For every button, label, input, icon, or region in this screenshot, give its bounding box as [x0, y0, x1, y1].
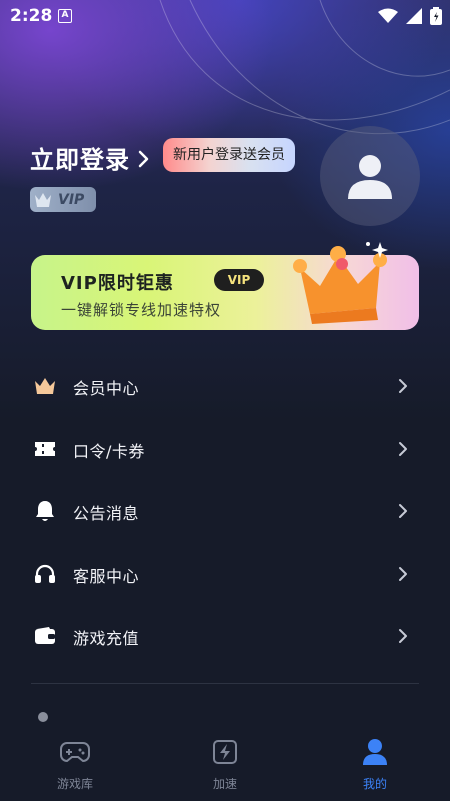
gamepad-icon: [25, 737, 125, 767]
lightning-icon: [175, 737, 275, 767]
menu-item-announcements[interactable]: 公告消息: [0, 486, 450, 536]
menu-item-game-recharge[interactable]: 游戏充值: [0, 611, 450, 661]
menu-label: 客服中心: [73, 567, 140, 586]
chevron-right-icon: [399, 379, 407, 393]
chevron-right-icon: [399, 504, 407, 518]
ticket-icon: [33, 438, 57, 460]
menu-label: 会员中心: [73, 379, 140, 398]
avatar[interactable]: [320, 126, 420, 226]
bottom-navigation: 游戏库 加速 我的: [0, 727, 450, 801]
nav-tab-game-library[interactable]: 游戏库: [25, 737, 125, 792]
menu-item-coupons[interactable]: 口令/卡券: [0, 424, 450, 474]
menu-item-membership[interactable]: 会员中心: [0, 361, 450, 411]
nav-label: 游戏库: [56, 777, 93, 791]
nav-label: 我的: [362, 777, 387, 791]
battery-icon: [430, 7, 442, 25]
bell-icon: [33, 500, 57, 522]
crown-illustration-icon: [293, 242, 388, 324]
chevron-right-icon: [138, 150, 149, 167]
default-avatar-icon: [348, 155, 392, 199]
vip-banner-subtitle: 一键解锁专线加速特权: [61, 301, 222, 319]
person-icon: [325, 737, 425, 767]
nav-tab-mine[interactable]: 我的: [325, 737, 425, 792]
headphones-icon: [33, 563, 57, 585]
wifi-icon: [378, 8, 398, 23]
section-divider: [31, 683, 419, 684]
vip-badge-label: VIP: [58, 191, 85, 208]
status-time: 2:28: [10, 6, 53, 26]
wallet-icon: [33, 625, 57, 647]
vip-pill-badge: VIP: [214, 269, 264, 291]
login-link[interactable]: 立即登录: [30, 140, 150, 175]
vip-status-badge: VIP: [30, 187, 96, 212]
vip-banner-title: VIP限时钜惠: [61, 273, 174, 294]
new-user-promo-bubble: 新用户登录送会员: [163, 138, 295, 172]
login-label: 立即登录: [30, 146, 130, 174]
nav-label: 加速: [212, 777, 237, 791]
crown-badge-icon: [35, 192, 51, 207]
chevron-right-icon: [399, 567, 407, 581]
chevron-right-icon: [399, 442, 407, 456]
status-icons: [378, 7, 442, 25]
nav-tab-accelerate[interactable]: 加速: [175, 737, 275, 792]
menu-label: 公告消息: [73, 504, 140, 523]
crown-icon: [33, 375, 57, 397]
menu-label: 游戏充值: [73, 629, 140, 648]
menu-label: 口令/卡券: [73, 442, 145, 461]
signal-icon: [406, 8, 422, 24]
partially-hidden-menu-icon: [38, 712, 48, 722]
chevron-right-icon: [399, 629, 407, 643]
status-bar: 2:28 A: [0, 0, 450, 32]
notification-icon: A: [58, 9, 72, 23]
menu-item-customer-service[interactable]: 客服中心: [0, 549, 450, 599]
